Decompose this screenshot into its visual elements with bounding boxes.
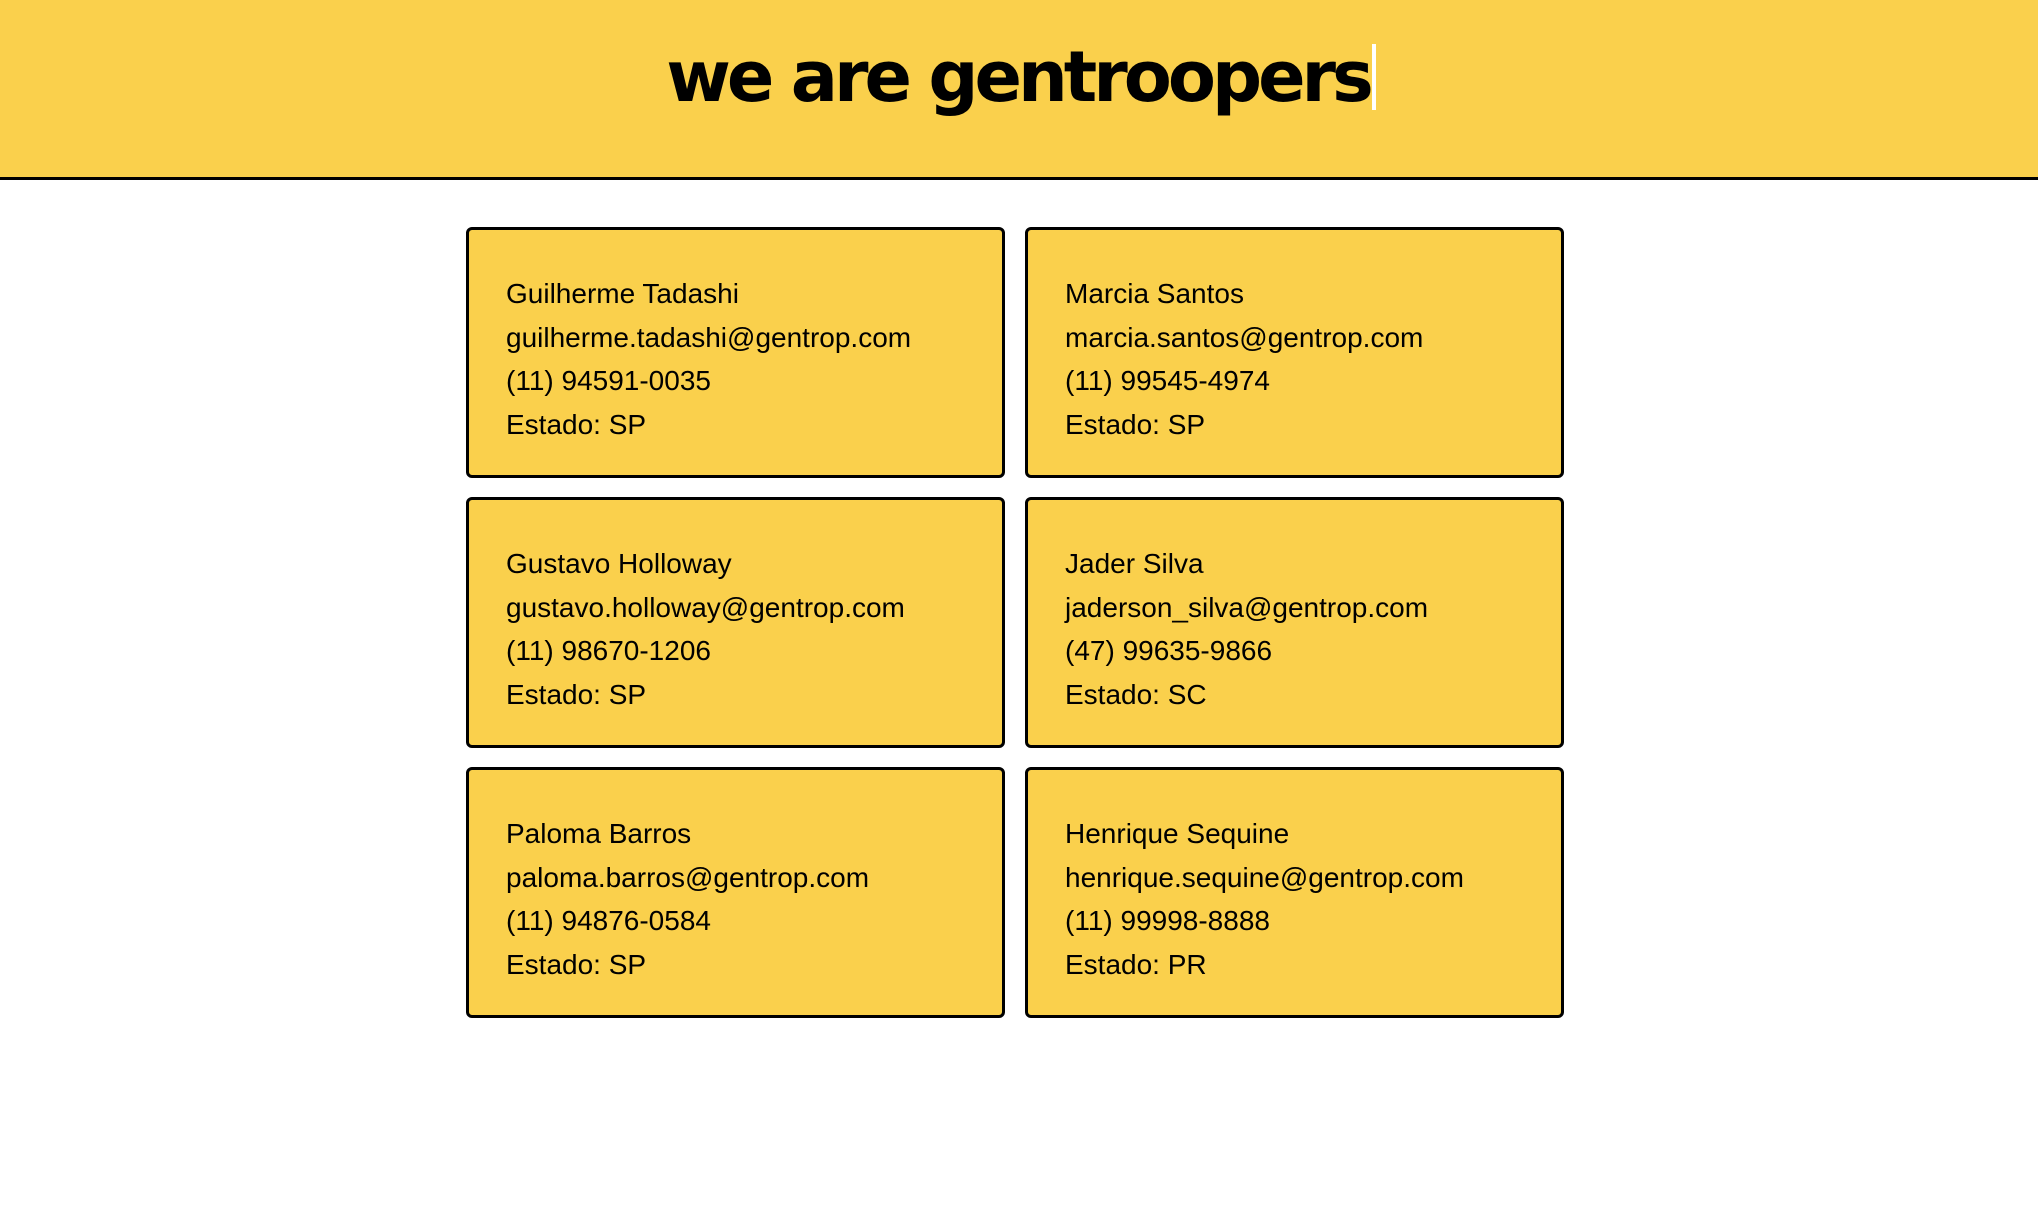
page-title: we are gentroopers bbox=[666, 35, 1373, 118]
contact-state: Estado: SP bbox=[506, 678, 647, 710]
contact-email: marcia.santos@gentrop.com bbox=[1065, 321, 1424, 353]
contact-phone: (11) 94876-0584 bbox=[506, 905, 711, 936]
contact-name: Paloma Barros bbox=[506, 818, 692, 849]
contact-name: Gustavo Holloway bbox=[506, 548, 732, 579]
contact-name: Marcia Santos bbox=[1065, 278, 1244, 309]
contact-email: paloma.barros@gentrop.com bbox=[506, 861, 870, 893]
contact-state: Estado: SP bbox=[1065, 408, 1206, 440]
page-header: we are gentroopers bbox=[0, 0, 2038, 180]
contact-phone: (11) 99998-8888 bbox=[1065, 905, 1270, 936]
contacts-grid: Guilherme Tadashi guilherme.tadashi@gent… bbox=[466, 227, 1564, 1018]
contact-state: Estado: SC bbox=[1065, 678, 1207, 710]
contact-email: jaderson_silva@gentrop.com bbox=[1065, 591, 1429, 623]
text-cursor bbox=[1371, 43, 1376, 110]
contact-email: guilherme.tadashi@gentrop.com bbox=[506, 321, 912, 353]
contact-card: Henrique Sequine henrique.sequine@gentro… bbox=[1025, 767, 1564, 1018]
contact-card: Marcia Santos marcia.santos@gentrop.com … bbox=[1025, 227, 1564, 478]
contact-phone: (47) 99635-9866 bbox=[1065, 635, 1273, 666]
title-wrap: we are gentroopers bbox=[666, 42, 1376, 124]
contact-card: Gustavo Holloway gustavo.holloway@gentro… bbox=[466, 497, 1005, 748]
contact-name: Henrique Sequine bbox=[1065, 818, 1290, 849]
contact-state: Estado: SP bbox=[506, 408, 647, 440]
contact-card: Guilherme Tadashi guilherme.tadashi@gent… bbox=[466, 227, 1005, 478]
contact-email: gustavo.holloway@gentrop.com bbox=[506, 591, 905, 623]
contact-phone: (11) 98670-1206 bbox=[506, 635, 711, 666]
contact-name: Guilherme Tadashi bbox=[506, 278, 739, 309]
contact-phone: (11) 99545-4974 bbox=[1065, 365, 1270, 396]
contact-phone: (11) 94591-0035 bbox=[506, 365, 711, 396]
contact-card: Paloma Barros paloma.barros@gentrop.com … bbox=[466, 767, 1005, 1018]
contact-state: Estado: SP bbox=[506, 948, 647, 980]
contact-email: henrique.sequine@gentrop.com bbox=[1065, 861, 1464, 893]
contact-card: Jader Silva jaderson_silva@gentrop.com (… bbox=[1025, 497, 1564, 748]
contact-state: Estado: PR bbox=[1065, 948, 1207, 980]
contact-name: Jader Silva bbox=[1065, 548, 1204, 579]
